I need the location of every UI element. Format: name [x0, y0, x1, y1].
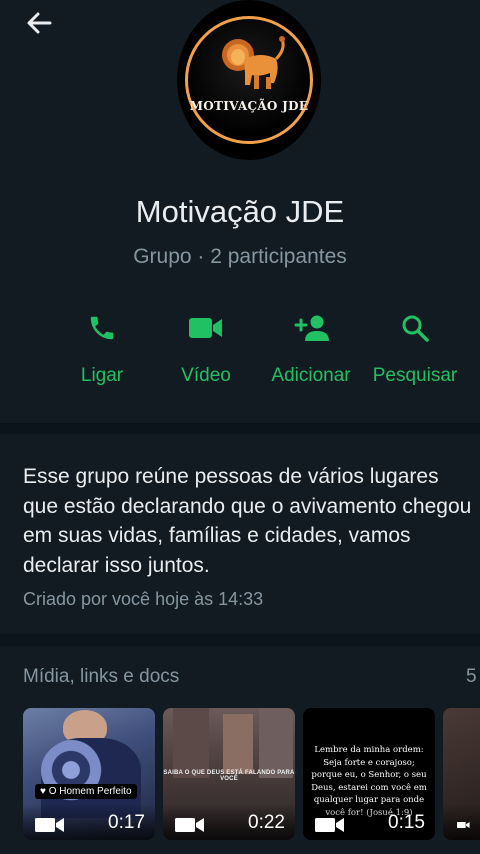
- group-name[interactable]: Motivação JDE: [0, 194, 480, 230]
- media-thumbnail[interactable]: [443, 708, 480, 840]
- media-thumbnail[interactable]: Lembre da minha ordem: Seja forte e cora…: [303, 708, 435, 840]
- add-person-icon: [294, 315, 329, 341]
- media-title[interactable]: Mídia, links e docs: [23, 666, 179, 688]
- media-count[interactable]: 5: [466, 666, 477, 688]
- video-button[interactable]: Vídeo: [164, 305, 248, 395]
- group-avatar[interactable]: MOTIVAÇÃO JDE: [177, 0, 321, 160]
- media-section: Mídia, links e docs 5 ♥ O Homem Perfeito…: [0, 646, 480, 854]
- group-info-header: MOTIVAÇÃO JDE Motivação JDE Grupo · 2 pa…: [0, 0, 480, 423]
- search-label: Pesquisar: [372, 365, 458, 386]
- add-label: Adicionar: [271, 365, 351, 386]
- group-description: Esse grupo reúne pessoas de vários lugar…: [23, 465, 472, 577]
- media-thumbnail[interactable]: ♥ O Homem Perfeito 0:17: [23, 708, 155, 840]
- thumbnail-footer: [443, 804, 480, 840]
- arrow-left-icon: [27, 12, 52, 34]
- thumbnail-footer: 0:17: [23, 804, 155, 840]
- thumbnail-footer: 0:15: [303, 804, 435, 840]
- video-camera-icon: [35, 818, 64, 832]
- group-subtitle: Grupo · 2 participantes: [133, 245, 347, 268]
- call-label: Ligar: [80, 365, 124, 386]
- video-label: Vídeo: [181, 365, 231, 386]
- search-icon: [402, 315, 429, 342]
- figure-shape: [259, 708, 293, 778]
- media-thumbnail[interactable]: SAIBA O QUE DEUS ESTÁ FALANDO PARA VOCÊ …: [163, 708, 295, 840]
- video-overlay-text: SAIBA O QUE DEUS ESTÁ FALANDO PARA VOCÊ: [163, 770, 295, 782]
- figure-shape: [223, 714, 253, 774]
- thumbnail-footer: 0:22: [163, 804, 295, 840]
- video-duration: 0:17: [108, 812, 145, 833]
- video-duration: 0:15: [388, 812, 425, 833]
- created-info: Criado por você hoje às 14:33: [23, 589, 264, 609]
- video-camera-icon: [315, 818, 344, 832]
- group-description-section[interactable]: Esse grupo reúne pessoas de vários lugar…: [0, 434, 480, 634]
- video-caption: ♥ O Homem Perfeito: [35, 784, 137, 799]
- back-button[interactable]: [22, 8, 56, 38]
- phone-icon: [90, 316, 114, 340]
- add-participant-button[interactable]: Adicionar: [266, 305, 356, 395]
- video-camera-icon: [189, 318, 222, 338]
- search-button[interactable]: Pesquisar: [368, 305, 462, 395]
- video-camera-icon: [175, 818, 204, 832]
- video-duration: 0:22: [248, 812, 285, 833]
- action-bar: Ligar Vídeo Adicionar Pesquisar: [0, 305, 480, 395]
- figure-shape: [173, 708, 209, 778]
- call-button[interactable]: Ligar: [62, 305, 142, 395]
- avatar-logo: MOTIVAÇÃO JDE: [185, 16, 313, 144]
- avatar-logo-text: MOTIVAÇÃO JDE: [189, 99, 309, 113]
- lion-icon: [222, 36, 285, 89]
- video-camera-icon: [457, 821, 470, 829]
